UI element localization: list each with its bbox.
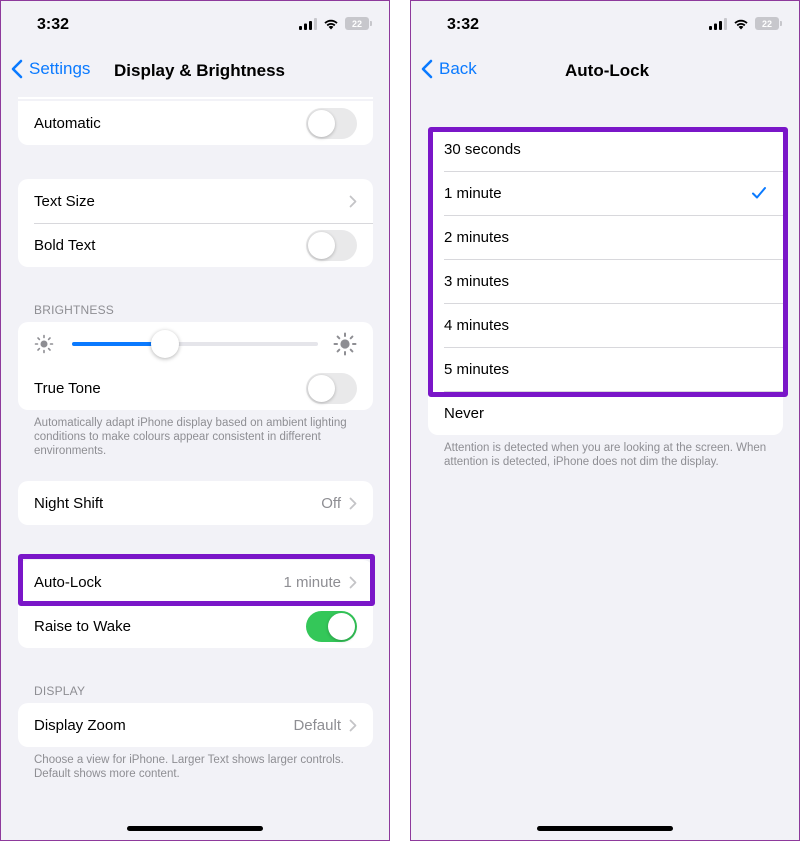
- battery-icon: 22: [345, 17, 372, 30]
- battery-icon: 22: [755, 17, 782, 30]
- display-brightness-screen: 3:32 22 Settings Display & Brightness Au…: [0, 0, 390, 841]
- attention-footnote: Attention is detected when you are looki…: [444, 442, 767, 468]
- back-button-label: Settings: [29, 59, 91, 78]
- status-bar: 3:32 22: [1, 1, 389, 51]
- raise-to-wake-row: Raise to Wake: [18, 604, 373, 648]
- option-5-minutes[interactable]: 5 minutes: [428, 347, 783, 391]
- option-never[interactable]: Never: [428, 391, 783, 435]
- chevron-right-icon: [349, 497, 357, 509]
- navigation-bar: Settings Display & Brightness: [1, 49, 389, 93]
- sun-large-icon: [333, 332, 357, 356]
- display-zoom-footnote: Choose a view for iPhone. Larger Text sh…: [34, 754, 344, 780]
- bold-text-label: Bold Text: [34, 236, 96, 254]
- home-indicator: [537, 826, 673, 831]
- raise-to-wake-label: Raise to Wake: [34, 617, 131, 635]
- auto-lock-options-list: 30 seconds 1 minute 2 minutes 3 minutes …: [428, 127, 783, 435]
- status-time: 3:32: [447, 16, 480, 33]
- chevron-right-icon: [349, 719, 357, 731]
- brightness-group: True Tone: [18, 322, 373, 410]
- page-title: Display & Brightness: [114, 61, 285, 80]
- bold-text-toggle[interactable]: [306, 229, 357, 261]
- lock-group: Auto-Lock 1 minute Raise to Wake: [18, 560, 373, 648]
- option-3-minutes[interactable]: 3 minutes: [428, 259, 783, 303]
- home-indicator: [127, 826, 263, 831]
- back-button[interactable]: Back: [421, 59, 477, 79]
- display-zoom-value: Default: [293, 716, 341, 734]
- bold-text-row: Bold Text: [18, 223, 373, 267]
- back-button-label: Back: [439, 59, 477, 78]
- auto-lock-row[interactable]: Auto-Lock 1 minute: [18, 560, 373, 604]
- night-shift-row[interactable]: Night Shift Off: [18, 481, 373, 525]
- auto-lock-screen: 3:32 22 Back Auto-Lock 30 seconds 1 minu…: [410, 0, 800, 841]
- cellular-signal-icon: [299, 17, 317, 30]
- chevron-right-icon: [349, 195, 357, 207]
- night-shift-group: Night Shift Off: [18, 481, 373, 525]
- true-tone-toggle[interactable]: [306, 372, 357, 404]
- page-title: Auto-Lock: [565, 61, 650, 80]
- navigation-bar: Back Auto-Lock: [411, 49, 799, 93]
- option-1-minute[interactable]: 1 minute: [428, 171, 783, 215]
- true-tone-footnote: Automatically adapt iPhone display based…: [34, 417, 347, 457]
- wifi-icon: [324, 19, 338, 29]
- cellular-signal-icon: [709, 17, 727, 30]
- night-shift-label: Night Shift: [34, 494, 104, 512]
- true-tone-label: True Tone: [34, 379, 101, 397]
- display-section-header: DISPLAY: [34, 684, 86, 698]
- auto-lock-label: Auto-Lock: [34, 573, 102, 591]
- text-size-label: Text Size: [34, 192, 95, 210]
- brightness-slider-thumb[interactable]: [151, 330, 180, 358]
- text-group: Text Size Bold Text: [18, 179, 373, 267]
- automatic-toggle[interactable]: [306, 107, 357, 139]
- automatic-label: Automatic: [34, 114, 101, 132]
- back-button[interactable]: Settings: [11, 59, 90, 79]
- status-bar: 3:32 22: [411, 1, 799, 51]
- display-zoom-label: Display Zoom: [34, 716, 126, 734]
- display-zoom-row[interactable]: Display Zoom Default: [18, 703, 373, 747]
- brightness-slider-row: [18, 322, 373, 366]
- appearance-group: Automatic: [18, 101, 373, 145]
- option-4-minutes[interactable]: 4 minutes: [428, 303, 783, 347]
- true-tone-row: True Tone: [18, 366, 373, 410]
- brightness-section-header: BRIGHTNESS: [34, 303, 115, 317]
- option-2-minutes[interactable]: 2 minutes: [428, 215, 783, 259]
- auto-lock-value: 1 minute: [283, 573, 341, 591]
- display-zoom-group: Display Zoom Default: [18, 703, 373, 747]
- chevron-left-icon: [11, 59, 23, 79]
- automatic-row: Automatic: [18, 101, 373, 145]
- chevron-left-icon: [421, 59, 433, 79]
- status-time: 3:32: [37, 16, 70, 33]
- brightness-slider[interactable]: [72, 330, 318, 358]
- raise-to-wake-toggle[interactable]: [306, 610, 357, 642]
- night-shift-value: Off: [321, 494, 341, 512]
- sun-small-icon: [34, 334, 54, 354]
- text-size-row[interactable]: Text Size: [18, 179, 373, 223]
- wifi-icon: [734, 19, 748, 29]
- option-30-seconds[interactable]: 30 seconds: [428, 127, 783, 171]
- chevron-right-icon: [349, 576, 357, 588]
- checkmark-icon: [752, 187, 766, 199]
